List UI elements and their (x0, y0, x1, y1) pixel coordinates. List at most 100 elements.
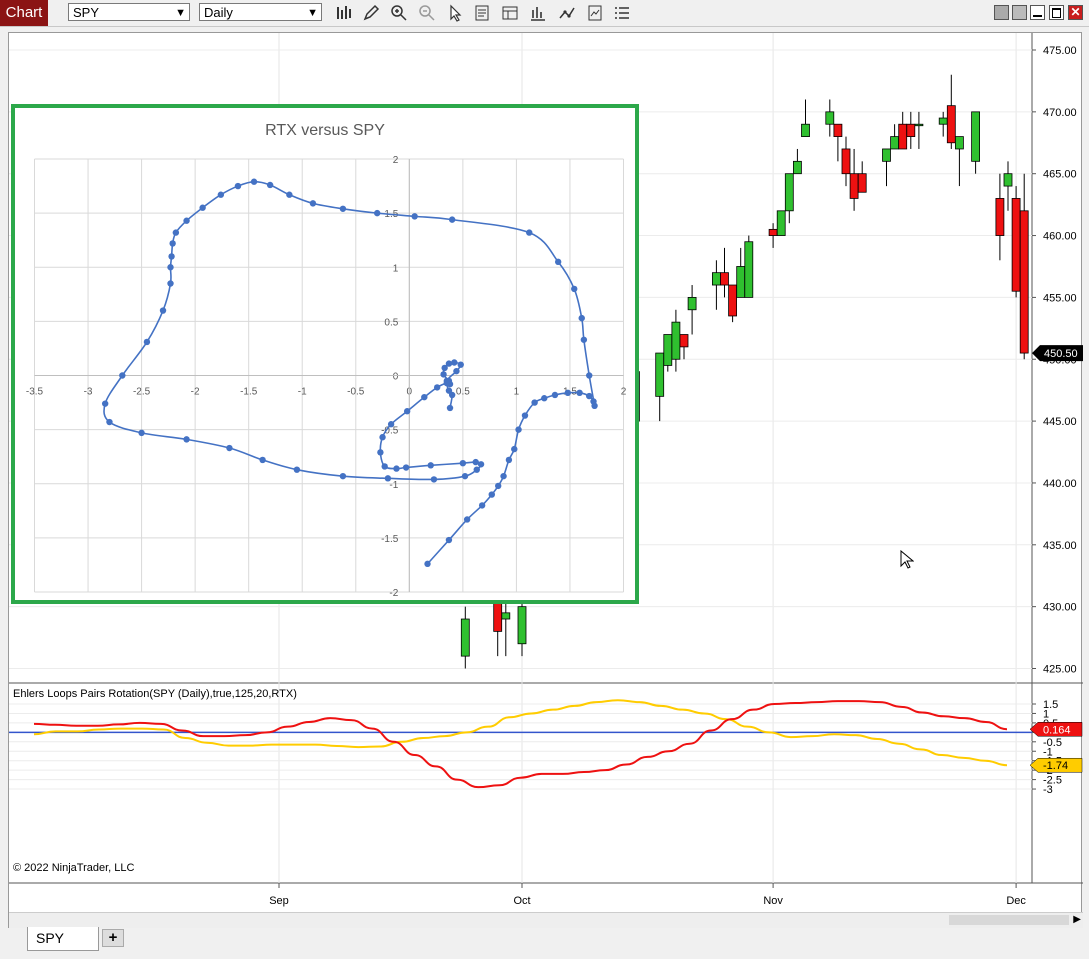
price-tick-label: 470.00 (1043, 107, 1077, 119)
toolbar: Chart SPY ▼ Daily ▼ ✕ (0, 0, 1089, 27)
scatter-x-tick-label: -0.5 (347, 387, 365, 398)
instrument-value: SPY (73, 5, 100, 20)
horizontal-scrollbar[interactable]: ▶ (9, 912, 1083, 928)
close-icon[interactable]: ✕ (1068, 5, 1083, 20)
scatter-point (250, 178, 258, 185)
zoom-in-icon[interactable] (390, 4, 408, 22)
minimize-icon[interactable] (1030, 5, 1045, 20)
candle-body (679, 334, 689, 348)
candle-body (955, 136, 964, 150)
scatter-point (172, 229, 180, 236)
candle-body (501, 612, 511, 620)
scatter-point (571, 285, 578, 293)
zoom-out-icon[interactable] (418, 4, 436, 22)
scatter-line (103, 180, 596, 565)
candle-body (971, 111, 980, 162)
candle (671, 309, 681, 372)
indicators-icon[interactable] (529, 4, 547, 22)
scatter-point (106, 418, 113, 426)
scatter-point (411, 213, 418, 220)
scatter-x-tick-label: 2 (621, 387, 627, 398)
scatter-point (293, 466, 301, 473)
tile-icon[interactable] (994, 5, 1009, 20)
instrument-selector[interactable]: SPY ▼ (68, 3, 190, 21)
scatter-point (259, 456, 266, 464)
scatter-point (421, 393, 428, 401)
candle (946, 74, 956, 149)
scatter-x-tick-label: -2 (191, 387, 200, 398)
tab-spy[interactable]: SPY (27, 927, 99, 951)
candle-body (784, 173, 794, 212)
scatter-point (576, 389, 583, 397)
price-tick-label: 460.00 (1043, 231, 1077, 243)
time-tick-label: Nov (763, 895, 783, 907)
candle-body (460, 618, 470, 657)
time-tick-label: Dec (1006, 895, 1026, 907)
scatter-point (554, 258, 562, 266)
scatter-x-tick-label: 1 (514, 387, 520, 398)
candle-body (890, 136, 899, 150)
scatter-point (387, 421, 395, 428)
scatter-point (551, 391, 559, 399)
candle (1011, 186, 1021, 298)
scatter-point (445, 536, 453, 544)
indicator-title: Ehlers Loops Pairs Rotation(SPY (Daily),… (13, 688, 297, 700)
scatter-point (183, 436, 190, 443)
data-box-icon[interactable] (473, 4, 491, 22)
price-tick-label: 435.00 (1043, 540, 1077, 552)
scatter-point (339, 205, 347, 212)
scatter-point (586, 372, 593, 379)
chevron-right-icon[interactable]: ▶ (1073, 914, 1081, 925)
candle (784, 173, 794, 224)
candle (768, 223, 778, 248)
candle-body (898, 123, 908, 150)
scatter-point (309, 200, 317, 207)
scatter-point (448, 216, 456, 223)
scatter-point (286, 191, 293, 198)
maximize-icon[interactable] (1049, 5, 1064, 20)
scrollbar-thumb[interactable] (949, 915, 1069, 925)
scatter-point (448, 391, 456, 399)
pointer-icon[interactable] (446, 4, 464, 22)
candle (744, 235, 754, 298)
scatter-point (443, 377, 450, 385)
scatter-point (234, 182, 242, 190)
candle (728, 284, 737, 323)
scatter-y-tick-label: -1 (389, 480, 398, 491)
link-icon[interactable] (1012, 5, 1027, 20)
scatter-point (488, 491, 495, 498)
candle-body (995, 198, 1005, 236)
scatter-point (403, 408, 411, 415)
candle (776, 210, 786, 236)
add-tab-button[interactable]: + (102, 929, 124, 947)
bar-type-icon[interactable] (335, 4, 353, 22)
scatter-point (564, 389, 572, 397)
chevron-down-icon: ▼ (307, 7, 318, 19)
candle (857, 161, 867, 193)
candle-body (768, 228, 778, 236)
candle-body (906, 123, 916, 137)
time-tick-label: Oct (513, 895, 530, 907)
candle-body (744, 241, 754, 298)
scatter-point (101, 400, 109, 407)
draw-pencil-icon[interactable] (362, 4, 380, 22)
price-tick-label: 445.00 (1043, 416, 1077, 428)
templates-icon[interactable] (501, 4, 519, 22)
interval-selector[interactable]: Daily ▼ (199, 3, 322, 21)
price-tick-label: 455.00 (1043, 292, 1077, 304)
scatter-point (463, 516, 471, 523)
list-icon[interactable] (613, 4, 631, 22)
candle (906, 111, 916, 149)
scatter-point (580, 336, 588, 343)
properties-icon[interactable] (586, 4, 604, 22)
candle-body (825, 111, 835, 125)
candle-body (882, 148, 891, 162)
scatter-point (541, 395, 548, 402)
scatter-point (339, 472, 347, 480)
candle-body (687, 296, 697, 311)
window-title: Chart (0, 0, 48, 26)
strategies-icon[interactable] (558, 4, 576, 22)
candle (890, 124, 899, 150)
scatter-inset: RTX versus SPY -3.5-3-2.5-2-1.5-1-0.500.… (11, 104, 639, 604)
scatter-point (143, 338, 151, 346)
